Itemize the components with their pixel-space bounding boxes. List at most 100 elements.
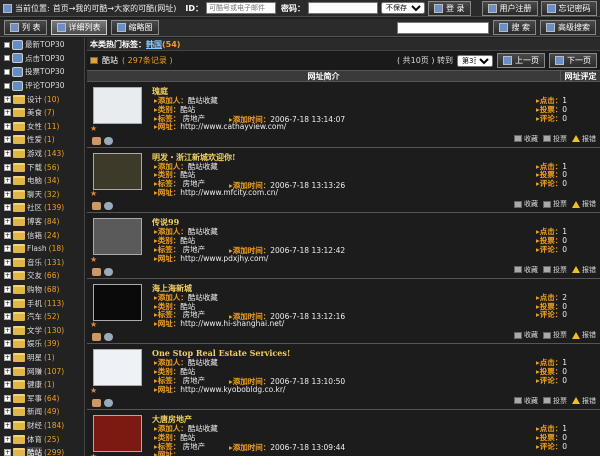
expand-icon[interactable]: + xyxy=(4,109,11,117)
sidebar-item[interactable]: + 社区 (139) xyxy=(0,201,84,215)
thumbs-up-icon[interactable] xyxy=(92,333,101,342)
list-view-button[interactable]: 列 表 xyxy=(4,20,47,35)
expand-icon[interactable]: + xyxy=(4,190,11,198)
vote-button[interactable]: 投票 xyxy=(543,265,567,275)
password-input[interactable] xyxy=(307,2,378,14)
tag-value[interactable]: 房地产 xyxy=(183,245,206,254)
sidebar-item[interactable]: + 娱乐 (39) xyxy=(0,337,84,351)
sidebar-item[interactable]: + 女性 (11) xyxy=(0,120,84,134)
thumbnail-view-button[interactable]: 缩略图 xyxy=(110,20,159,35)
hot-tag-link[interactable]: 韩国 xyxy=(146,40,162,49)
sidebar-item[interactable]: + 汽车 (52) xyxy=(0,310,84,324)
tag-value[interactable]: 房地产 xyxy=(183,179,206,188)
category-value[interactable]: 酷站 xyxy=(180,236,195,245)
sidebar-item[interactable]: + 下载 (56) xyxy=(0,160,84,174)
expand-icon[interactable]: + xyxy=(4,394,11,402)
sidebar-item[interactable]: + 酷站 (299) xyxy=(0,446,84,456)
sidebar-item[interactable]: 评论TOP30 xyxy=(0,79,84,93)
search-button[interactable]: 搜 索 xyxy=(493,20,536,35)
sidebar-item[interactable]: + Flash (18) xyxy=(0,242,84,256)
expand-icon[interactable]: + xyxy=(4,231,11,239)
expand-icon[interactable]: + xyxy=(4,381,11,389)
id-input[interactable] xyxy=(205,2,276,14)
tag-value[interactable]: 房地产 xyxy=(183,442,206,451)
next-page-button[interactable]: 下一页 xyxy=(549,53,597,68)
expand-icon[interactable]: + xyxy=(4,136,11,144)
sidebar-item[interactable]: + 军事 (64) xyxy=(0,391,84,405)
sidebar-item[interactable]: + 电脑 (34) xyxy=(0,174,84,188)
forgot-password-button[interactable]: 忘记密码 xyxy=(540,0,597,16)
vote-button[interactable]: 投票 xyxy=(543,330,567,340)
favorite-button[interactable]: 收藏 xyxy=(514,265,538,275)
thumbs-up-icon[interactable] xyxy=(92,398,101,407)
vote-button[interactable]: 投票 xyxy=(543,134,567,144)
sidebar-item[interactable]: + 聊天 (32) xyxy=(0,188,84,202)
favorite-button[interactable]: 收藏 xyxy=(514,134,538,144)
sidebar-item[interactable]: + 性爱 (1) xyxy=(0,133,84,147)
sidebar-item[interactable]: + 设计 (10) xyxy=(0,92,84,106)
category-value[interactable]: 酷站 xyxy=(180,367,195,376)
report-button[interactable]: 报错 xyxy=(572,265,596,275)
site-thumbnail[interactable] xyxy=(93,152,142,190)
expand-icon[interactable]: + xyxy=(4,245,11,253)
category-value[interactable]: 酷站 xyxy=(180,105,195,114)
site-thumbnail[interactable] xyxy=(93,87,142,124)
sidebar-item[interactable]: + 手机 (113) xyxy=(0,296,84,310)
thumbs-up-icon[interactable] xyxy=(92,136,101,145)
site-thumbnail[interactable] xyxy=(93,218,142,256)
expand-icon[interactable]: + xyxy=(4,449,11,456)
report-button[interactable]: 报错 xyxy=(572,134,596,144)
sidebar-item[interactable]: + 博客 (84) xyxy=(0,215,84,229)
expand-icon[interactable]: + xyxy=(4,326,11,334)
expand-icon[interactable]: + xyxy=(4,163,11,171)
expand-icon[interactable]: + xyxy=(4,150,11,158)
expand-icon[interactable]: + xyxy=(4,367,11,375)
expand-icon[interactable]: + xyxy=(4,204,11,212)
detail-view-button[interactable]: 详细列表 xyxy=(50,20,107,35)
favorite-button[interactable]: 收藏 xyxy=(514,199,538,209)
site-thumbnail[interactable] xyxy=(93,349,142,387)
adder-value[interactable]: 酷站收藏 xyxy=(188,293,218,302)
favorite-button[interactable]: 收藏 xyxy=(514,396,538,406)
report-button[interactable]: 报错 xyxy=(572,330,596,340)
sidebar-item[interactable]: + 网赚 (107) xyxy=(0,364,84,378)
adder-value[interactable]: 酷站收藏 xyxy=(188,96,218,105)
thumbs-up-icon[interactable] xyxy=(92,202,101,211)
sidebar-item[interactable]: + 信箱 (24) xyxy=(0,228,84,242)
prev-page-button[interactable]: 上一页 xyxy=(497,53,545,68)
expand-icon[interactable]: + xyxy=(4,122,11,130)
report-button[interactable]: 报错 xyxy=(572,396,596,406)
sidebar-item[interactable]: + 新闻 (49) xyxy=(0,405,84,419)
tag-value[interactable]: 房地产 xyxy=(183,376,206,385)
user-icon[interactable] xyxy=(104,333,113,342)
expand-icon[interactable]: + xyxy=(4,95,11,103)
sidebar-item[interactable]: + 游戏 (143) xyxy=(0,147,84,161)
adder-value[interactable]: 酷站收藏 xyxy=(188,227,218,236)
expand-icon[interactable]: + xyxy=(4,258,11,266)
sidebar-item[interactable]: + 美食 (7) xyxy=(0,106,84,120)
user-icon[interactable] xyxy=(104,398,113,407)
sidebar-item[interactable]: + 健康 (1) xyxy=(0,378,84,392)
sidebar-item[interactable]: 投票TOP30 xyxy=(0,65,84,79)
checkbox-icon[interactable] xyxy=(4,68,10,75)
site-thumbnail[interactable] xyxy=(93,283,142,321)
checkbox-icon[interactable] xyxy=(4,41,10,48)
vote-button[interactable]: 投票 xyxy=(543,199,567,209)
expand-icon[interactable]: + xyxy=(4,421,11,429)
search-input[interactable] xyxy=(397,21,490,34)
expand-icon[interactable]: + xyxy=(4,285,11,293)
report-button[interactable]: 报错 xyxy=(572,199,596,209)
site-title[interactable]: One Stop Real Estate Services! xyxy=(152,348,290,358)
user-icon[interactable] xyxy=(104,136,113,145)
site-thumbnail[interactable] xyxy=(93,414,142,452)
sidebar-item[interactable]: + 交友 (66) xyxy=(0,269,84,283)
expand-icon[interactable]: + xyxy=(4,218,11,226)
user-icon[interactable] xyxy=(104,202,113,211)
checkbox-icon[interactable] xyxy=(4,55,10,62)
checkbox-icon[interactable] xyxy=(4,82,10,89)
adder-value[interactable]: 酷站收藏 xyxy=(188,424,218,433)
sidebar-item[interactable]: + 文学 (130) xyxy=(0,323,84,337)
register-button[interactable]: 用户注册 xyxy=(481,0,538,16)
sidebar-item[interactable]: + 财经 (184) xyxy=(0,419,84,433)
expand-icon[interactable]: + xyxy=(4,353,11,361)
